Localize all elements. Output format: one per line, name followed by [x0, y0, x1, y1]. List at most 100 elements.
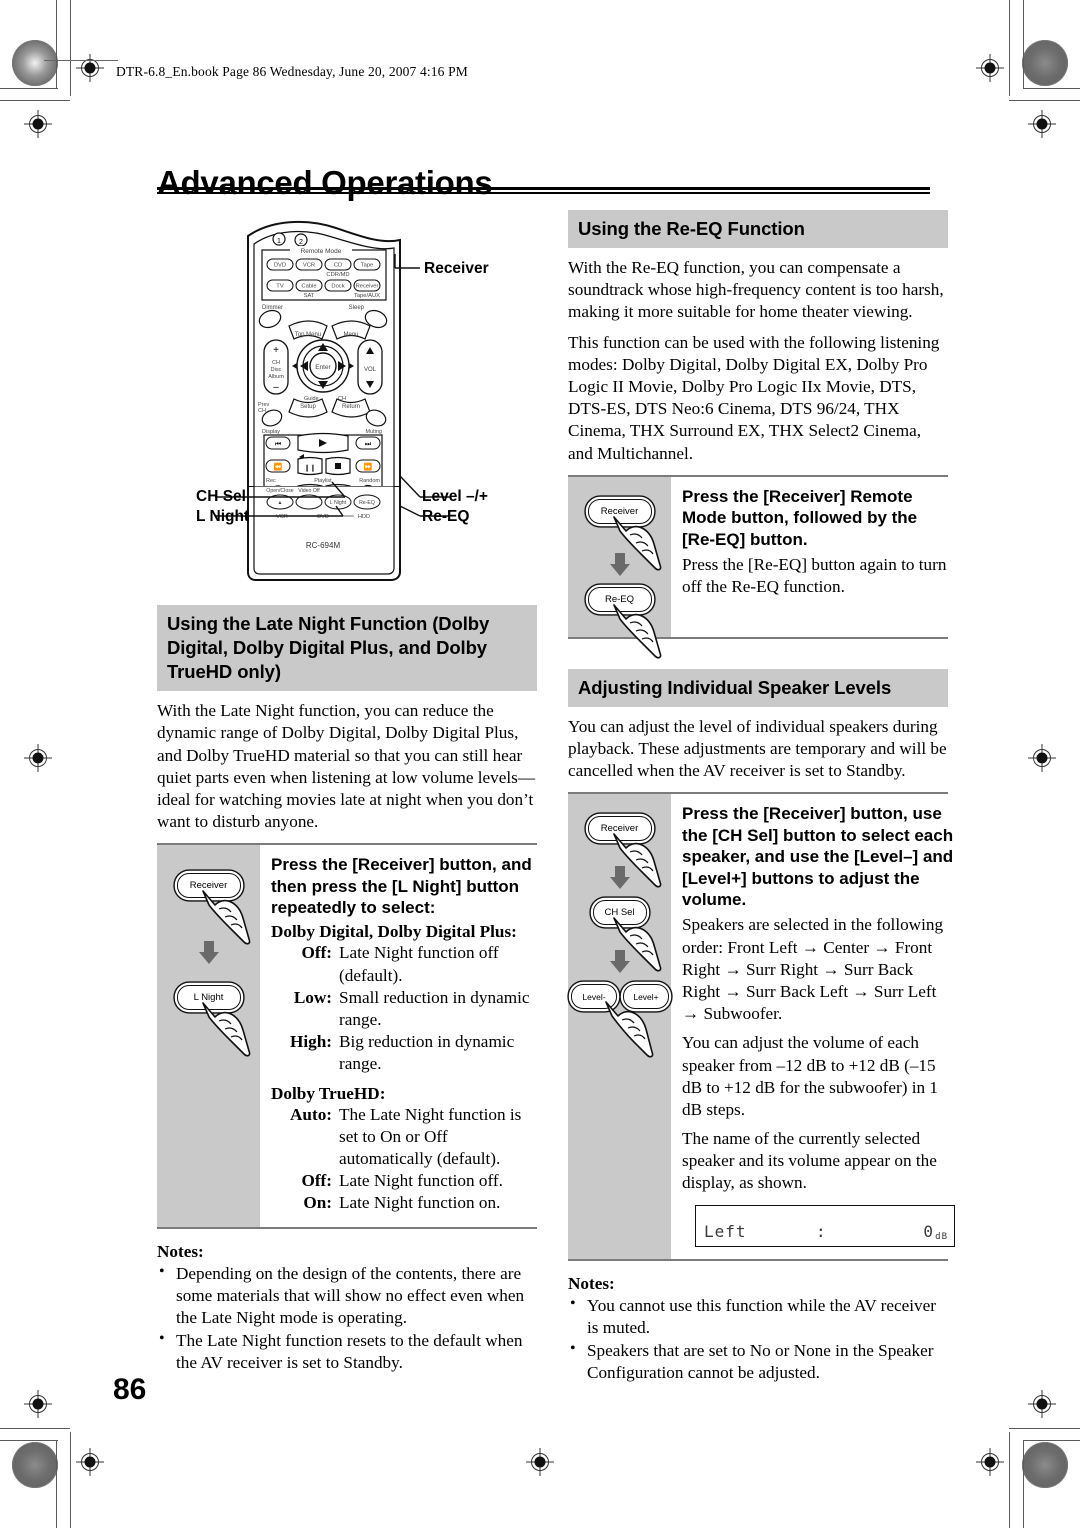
procedure-illustration-re-eq: Receiver Re-EQ — [568, 476, 671, 659]
notes-list-left: Depending on the design of the contents,… — [157, 1262, 537, 1375]
callout-level: Level –/+ — [422, 488, 488, 505]
trim-line-topright-h2 — [1009, 100, 1080, 101]
svg-text:Tape/AUX: Tape/AUX — [354, 293, 380, 299]
svg-text:DVD: DVD — [274, 263, 286, 269]
page-title: Advanced Operations — [157, 164, 493, 202]
option-key: Off: — [301, 1171, 333, 1191]
trim-line-right-v — [1023, 0, 1024, 88]
svg-text:SAT: SAT — [304, 293, 315, 299]
option-row: Low: Small reduction in dynamic range. — [271, 987, 537, 1031]
svg-text:CH: CH — [258, 408, 266, 414]
header-rule — [44, 60, 118, 61]
svg-text:Return: Return — [342, 404, 360, 410]
svg-text:1: 1 — [277, 238, 281, 245]
procedure-detail-display: The name of the currently selected speak… — [682, 1129, 937, 1193]
svg-text:Display: Display — [262, 429, 280, 435]
registration-mark-right-upper — [1028, 110, 1056, 138]
page-number: 86 — [113, 1373, 147, 1406]
dolby-digital-options: Off: Late Night function off (default). … — [271, 942, 537, 1075]
svg-text:CH: CH — [272, 360, 280, 366]
registration-mark-bottom-right — [976, 1448, 1004, 1476]
pointing-hand-icon-2 — [197, 999, 261, 1059]
trim-line-bottomright-v2 — [1009, 1432, 1010, 1528]
svg-text:▲: ▲ — [277, 500, 282, 506]
procedure-speaker-levels: Receiver CH Sel Level- Level+ Press the … — [568, 792, 955, 1261]
option-key: Off: — [301, 943, 333, 963]
procedure-text-speaker-levels: Press the [Receiver] button, use the [CH… — [671, 794, 955, 1258]
trim-line-topright-h — [1023, 88, 1080, 89]
procedure-detail-order: Speakers are selected in the following o… — [682, 915, 944, 1024]
svg-text:Album: Album — [268, 374, 284, 380]
halftone-patch-bottom-left — [12, 1442, 58, 1488]
registration-mark-bottom-center — [526, 1448, 554, 1476]
trim-line-bottomleft-v2 — [70, 1432, 71, 1528]
svg-text:RC-694M: RC-694M — [306, 541, 341, 550]
dolby-truehd-options: Auto: The Late Night function is set to … — [271, 1104, 537, 1215]
re-eq-paragraph-2: This function can be used with the follo… — [568, 332, 940, 463]
heading-re-eq: Using the Re-EQ Function — [568, 210, 948, 249]
svg-text:Menu: Menu — [343, 332, 358, 338]
trim-line-right-v2 — [1009, 0, 1010, 96]
callout-ch-sel: CH Sel — [196, 488, 246, 505]
file-stamp: DTR-6.8_En.book Page 86 Wednesday, June … — [116, 64, 468, 79]
title-rule-thick — [157, 187, 930, 190]
pointing-hand-icon-7 — [600, 998, 668, 1062]
option-key: High: — [290, 1032, 333, 1052]
notes-list-right: You cannot use this function while the A… — [568, 1294, 948, 1385]
option-value: Late Night function off (default). — [339, 943, 499, 985]
note-item: You cannot use this function while the A… — [568, 1294, 948, 1339]
procedure-illustration-speaker-levels: Receiver CH Sel Level- Level+ — [568, 794, 671, 1259]
svg-text:⏩: ⏩ — [364, 462, 373, 471]
registration-mark-right-middle — [1028, 744, 1056, 772]
dolby-truehd-label: Dolby TrueHD: — [271, 1083, 386, 1103]
receiver-display-figure: Left : 0 dB — [695, 1204, 955, 1247]
svg-text:DVD: DVD — [317, 514, 329, 520]
display-figure-wrap: Left : 0 dB — [695, 1204, 955, 1247]
notes-label-left: Notes: — [157, 1241, 204, 1261]
option-value: The Late Night function is set to On or … — [339, 1104, 522, 1168]
halftone-patch-bottom-right — [1022, 1442, 1068, 1488]
halftone-patch-top-right — [1022, 40, 1068, 86]
trim-line-bottom-h — [0, 1440, 58, 1441]
procedure-instruction-speaker-levels: Press the [Receiver] button, use the [CH… — [682, 804, 954, 909]
registration-mark-bottom-left — [76, 1448, 104, 1476]
title-rule-thin — [157, 192, 930, 194]
svg-text:Muting: Muting — [365, 429, 382, 435]
option-row: Off: Late Night function off (default). — [271, 942, 537, 986]
note-item: The Late Night function resets to the de… — [157, 1329, 537, 1374]
procedure-instruction-re-eq: Press the [Receiver] Remote Mode button,… — [682, 486, 918, 549]
note-item: Speakers that are set to No or None in t… — [568, 1339, 948, 1384]
svg-text:VCR: VCR — [276, 514, 288, 520]
option-value: Late Night function on. — [339, 1193, 501, 1213]
svg-text:+: + — [273, 345, 279, 356]
procedure-late-night: Receiver L Night Press the [Receiver] bu… — [157, 843, 537, 1229]
svg-text:Video Off: Video Off — [298, 488, 320, 494]
trim-line-bottomright-v — [1023, 1440, 1024, 1528]
svg-text:Re-EQ: Re-EQ — [359, 500, 375, 506]
procedure-re-eq: Receiver Re-EQ Press the [Receiver] Remo… — [568, 474, 948, 659]
svg-text:CD: CD — [334, 263, 342, 269]
svg-text:⏮: ⏮ — [275, 440, 281, 448]
procedure-text-re-eq: Press the [Receiver] Remote Mode button,… — [671, 477, 948, 637]
option-row: Auto: The Late Night function is set to … — [271, 1104, 537, 1171]
registration-mark-left-upper — [24, 110, 52, 138]
svg-text:Top Menu: Top Menu — [295, 332, 321, 338]
svg-text:Remote Mode: Remote Mode — [301, 248, 342, 255]
re-eq-paragraph-1: With the Re-EQ function, you can compens… — [568, 258, 944, 322]
callout-l-night: L Night — [196, 508, 250, 525]
option-row: High: Big reduction in dynamic range. — [271, 1031, 537, 1075]
display-separator: : — [816, 1221, 827, 1241]
callout-re-eq: Re-EQ — [422, 508, 470, 525]
svg-text:VOL: VOL — [364, 367, 377, 373]
trim-line-left-v — [56, 0, 57, 88]
registration-mark-left-middle — [24, 744, 52, 772]
trim-line-top-h2 — [0, 100, 70, 101]
svg-text:–: – — [273, 382, 279, 393]
trim-line-left-v2 — [70, 0, 71, 96]
note-item: Depending on the design of the contents,… — [157, 1262, 537, 1330]
pointing-hand-icon-1 — [197, 887, 261, 947]
halftone-patch-top-left — [12, 40, 58, 86]
heading-speaker-levels: Adjusting Individual Speaker Levels — [568, 668, 948, 707]
registration-mark-right-lower — [1028, 1390, 1056, 1418]
svg-text:VCR: VCR — [303, 263, 315, 269]
